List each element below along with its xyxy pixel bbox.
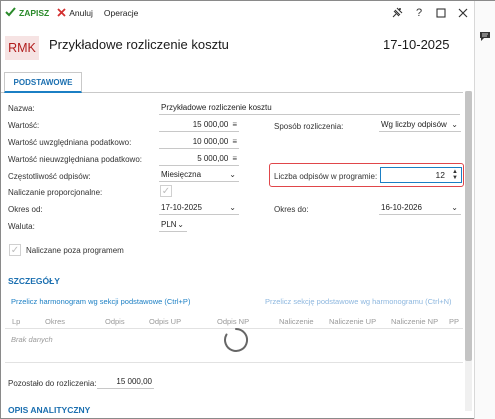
calculator-icon[interactable]: ≡	[232, 154, 237, 163]
period-from-label: Okres od:	[8, 205, 43, 214]
operations-menu[interactable]: Operacje	[101, 8, 139, 18]
spinner-icon	[223, 327, 249, 355]
check-icon	[5, 7, 16, 19]
remaining-label: Pozostało do rozliczenia:	[8, 379, 97, 388]
nontaxable-label: Wartość nieuwzględniana podatkowo:	[8, 155, 143, 164]
frequency-label: Częstotliwość odpisów:	[8, 172, 91, 181]
name-input[interactable]: Przykładowe rozliczenie kosztu	[159, 101, 460, 115]
proportional-label: Naliczanie proporcjonalne:	[8, 188, 103, 197]
close-window-icon[interactable]	[452, 2, 474, 24]
document-type-badge: RMK	[5, 36, 39, 60]
recalc-schedule-link[interactable]: Przelicz harmonogram wg sekcji podstawow…	[11, 297, 190, 306]
frequency-value: Miesięczna	[161, 170, 202, 179]
tab-podstawowe[interactable]: PODSTAWOWE	[4, 72, 82, 93]
scrollbar-thumb[interactable]	[465, 91, 472, 361]
column-header[interactable]: Lp	[12, 317, 20, 326]
name-value: Przykładowe rozliczenie kosztu	[161, 103, 272, 112]
remaining-value-field: 15 000,00	[97, 375, 154, 389]
window-controls: ?	[386, 1, 474, 25]
count-label: Liczba odpisów w programie:	[274, 172, 378, 181]
vertical-scrollbar[interactable]	[465, 91, 472, 411]
period-to-select[interactable]: 16-10-2026 ⌄	[379, 201, 461, 215]
settlement-method-value: Wg liczby odpisów	[381, 120, 447, 129]
grid-divider	[5, 362, 463, 363]
analytics-section-title: OPIS ANALITYCZNY	[8, 405, 91, 415]
value-input[interactable]: 15 000,00 ≡	[159, 118, 239, 132]
settlement-method-label: Sposób rozliczenia:	[274, 122, 344, 131]
page-title: Przykładowe rozliczenie kosztu	[49, 37, 229, 52]
taxable-label: Wartość uwzględniana podatkowo:	[8, 138, 132, 147]
dropdown-icon: ⌄	[451, 120, 458, 129]
window: ZAPISZ Anuluj Operacje ? RMK Przykładowe…	[0, 0, 495, 419]
check-icon: ✓	[10, 244, 20, 256]
column-header[interactable]: Odpis UP	[149, 317, 181, 326]
currency-label: Waluta:	[8, 222, 35, 231]
outside-program-checkbox[interactable]: ✓	[9, 244, 21, 256]
toolbar: ZAPISZ Anuluj Operacje ?	[1, 1, 474, 25]
period-to-label: Okres do:	[274, 205, 309, 214]
help-icon[interactable]: ?	[408, 2, 430, 24]
taxable-input[interactable]: 10 000,00 ≡	[159, 135, 239, 149]
column-header[interactable]: Naliczenie NP	[391, 317, 438, 326]
dropdown-icon: ⌄	[229, 203, 236, 212]
pin-icon[interactable]	[386, 2, 408, 24]
proportional-checkbox[interactable]: ✓	[160, 185, 172, 197]
value-label: Wartość:	[8, 121, 40, 130]
operations-label: Operacje	[103, 8, 139, 18]
nontaxable-input[interactable]: 5 000,00 ≡	[159, 152, 239, 166]
count-input[interactable]: 12 ▲ ▼	[380, 167, 462, 183]
name-label: Nazwa:	[8, 104, 35, 113]
frequency-select[interactable]: Miesięczna ⌄	[159, 168, 239, 182]
check-icon: ✓	[161, 185, 171, 197]
column-header[interactable]: Naliczenie	[279, 317, 314, 326]
period-from-select[interactable]: 17-10-2025 ⌄	[159, 201, 239, 215]
settlement-method-select[interactable]: Wg liczby odpisów ⌄	[379, 118, 461, 132]
calculator-icon[interactable]: ≡	[232, 137, 237, 146]
tab-bar: PODSTAWOWE	[1, 72, 463, 93]
no-data-text: Brak danych	[11, 335, 53, 344]
count-value: 12	[435, 170, 445, 180]
dropdown-icon: ⌄	[177, 220, 184, 229]
schedule-grid: Lp Okres Odpis Odpis UP Odpis NP Nalicze…	[5, 313, 463, 363]
dropdown-icon: ⌄	[229, 170, 236, 179]
save-button[interactable]: ZAPISZ	[5, 7, 49, 19]
column-header[interactable]: Odpis	[105, 317, 125, 326]
cancel-label: Anuluj	[69, 8, 93, 18]
spin-buttons[interactable]: ▲ ▼	[452, 169, 458, 181]
close-icon	[57, 7, 66, 19]
chat-icon[interactable]	[479, 31, 491, 44]
value-value: 15 000,00	[192, 120, 229, 129]
taxable-value: 10 000,00	[192, 137, 229, 146]
nontaxable-value: 5 000,00	[197, 154, 229, 163]
period-from-value: 17-10-2025	[161, 203, 202, 212]
column-header[interactable]: Odpis NP	[217, 317, 249, 326]
period-to-value: 16-10-2026	[381, 203, 422, 212]
recalc-section-link[interactable]: Przelicz sekcję podstawowe wg harmonogra…	[265, 297, 452, 306]
outside-program-label: Naliczane poza programem	[26, 246, 124, 255]
dropdown-icon: ⌄	[451, 203, 458, 212]
cancel-button[interactable]: Anuluj	[57, 7, 93, 19]
currency-value: PLN	[161, 220, 177, 229]
column-header[interactable]: Naliczenie UP	[329, 317, 376, 326]
column-header[interactable]: Okres	[45, 317, 65, 326]
currency-select[interactable]: PLN ⌄	[159, 218, 187, 232]
save-label: ZAPISZ	[19, 8, 50, 18]
maximize-icon[interactable]	[430, 2, 452, 24]
header-date: 17-10-2025	[383, 37, 450, 52]
column-header[interactable]: PP	[449, 317, 459, 326]
side-panel	[474, 1, 495, 419]
remaining-value: 15 000,00	[116, 377, 152, 386]
calculator-icon[interactable]: ≡	[232, 120, 237, 129]
details-section-title: SZCZEGÓŁY	[8, 276, 60, 286]
